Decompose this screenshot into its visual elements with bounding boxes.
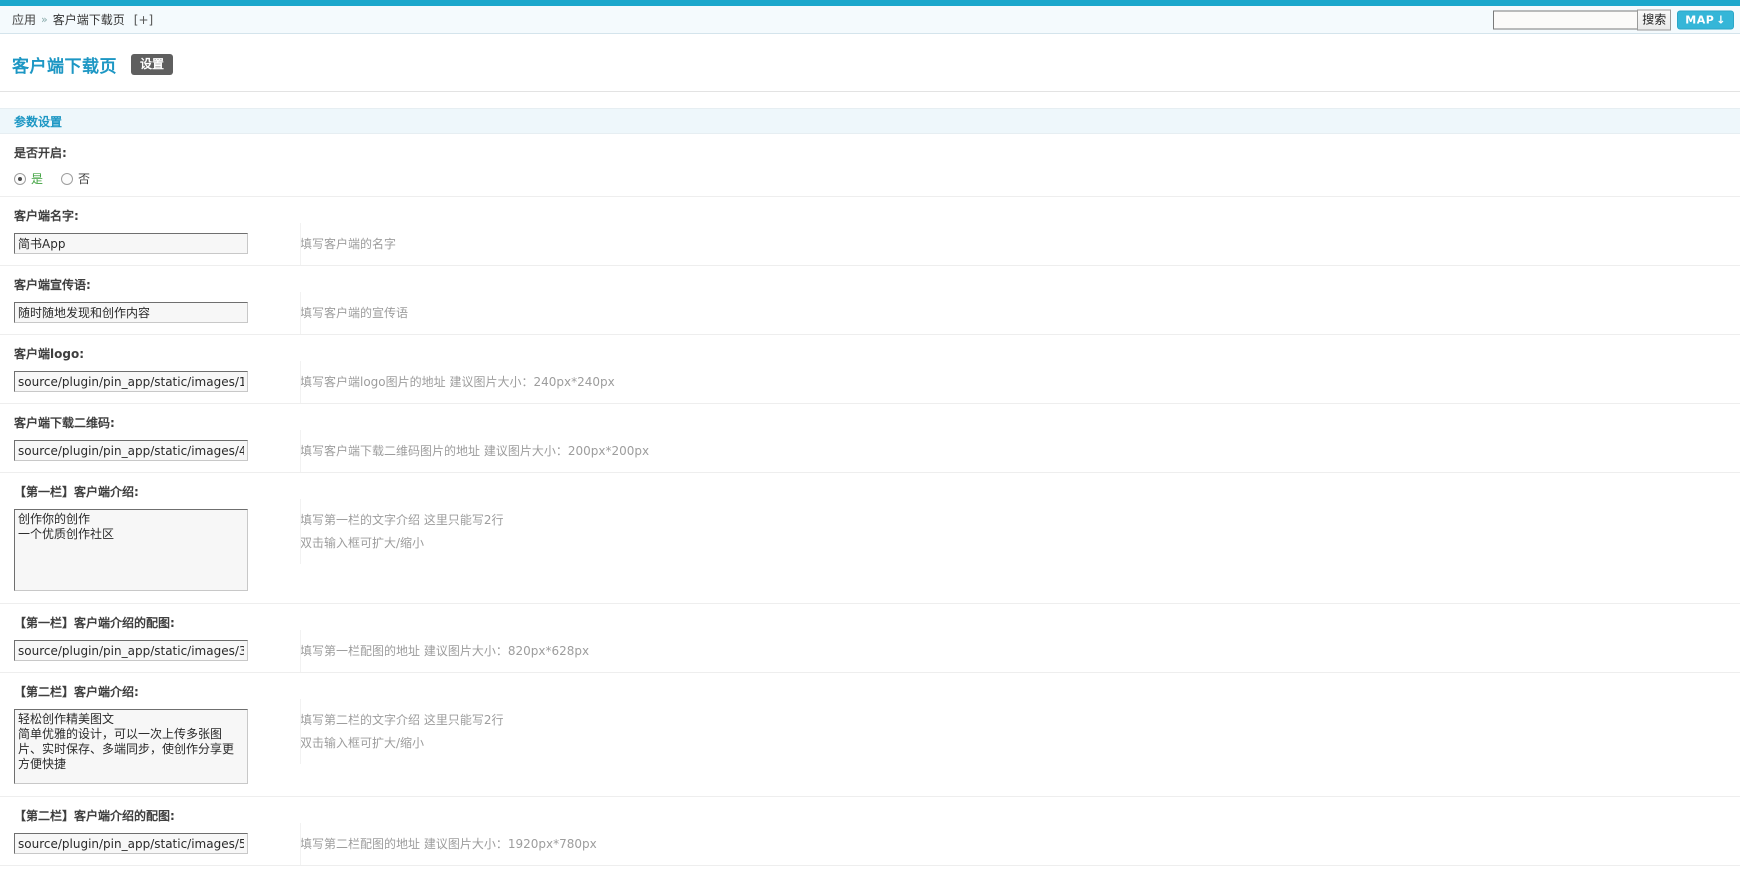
page-title: 客户端下载页 <box>12 57 117 77</box>
field-hint-col1-intro: 填写第一栏的文字介绍 这里只能写2行 双击输入框可扩大/缩小 <box>300 499 1740 564</box>
breadcrumb-item-apps[interactable]: 应用 <box>12 11 36 28</box>
column-divider <box>300 630 301 672</box>
hint-text: 填写客户端下载二维码图片的地址 建议图片大小：200px*200px <box>300 444 650 458</box>
form-row-client-name: 客户端名字: 填写客户端的名字 <box>0 197 1740 266</box>
form-row-client-logo: 客户端logo: 填写客户端logo图片的地址 建议图片大小：240px*240… <box>0 335 1740 404</box>
breadcrumb: 应用 » 客户端下载页 [+] <box>12 11 153 28</box>
breadcrumb-bar: 应用 » 客户端下载页 [+] 搜索 MAP ↓ <box>0 6 1740 34</box>
breadcrumb-expand-icon[interactable]: [+] <box>134 13 153 27</box>
field-label-client-slogan: 客户端宣传语: <box>14 278 91 292</box>
breadcrumb-item-current[interactable]: 客户端下载页 <box>53 11 125 28</box>
section-header-parameters: 参数设置 <box>0 108 1740 134</box>
radio-label-yes: 是 <box>31 172 44 186</box>
radio-label-no: 否 <box>78 172 91 186</box>
col1-image-input[interactable] <box>14 640 248 661</box>
hint-text: 填写客户端logo图片的地址 建议图片大小：240px*240px <box>300 375 615 389</box>
breadcrumb-separator-icon: » <box>41 13 48 26</box>
form-row-col1-image: 【第一栏】客户端介绍的配图: 填写第一栏配图的地址 建议图片大小：820px*6… <box>0 604 1740 673</box>
radio-option-no[interactable]: 否 <box>61 170 90 187</box>
hint-text-secondary: 双击输入框可扩大/缩小 <box>300 536 425 550</box>
hint-text: 填写第二栏配图的地址 建议图片大小：1920px*780px <box>300 837 597 851</box>
form-row-col2-intro: 【第二栏】客户端介绍: 填写第二栏的文字介绍 这里只能写2行 双击输入框可扩大/… <box>0 673 1740 797</box>
field-label-client-logo: 客户端logo: <box>14 347 84 361</box>
column-divider <box>300 292 301 334</box>
field-hint-client-qrcode: 填写客户端下载二维码图片的地址 建议图片大小：200px*200px <box>300 430 1740 472</box>
form-row-col2-image: 【第二栏】客户端介绍的配图: 填写第二栏配图的地址 建议图片大小：1920px*… <box>0 797 1740 866</box>
hint-text-secondary: 双击输入框可扩大/缩小 <box>300 736 425 750</box>
column-divider <box>300 361 301 403</box>
search-button[interactable]: 搜索 <box>1637 9 1672 30</box>
field-hint-client-name: 填写客户端的名字 <box>300 223 1740 265</box>
column-divider <box>300 823 301 865</box>
client-name-input[interactable] <box>14 233 248 254</box>
radio-dot-no-icon[interactable] <box>61 172 74 185</box>
field-hint-col1-image: 填写第一栏配图的地址 建议图片大小：820px*628px <box>300 630 1740 672</box>
radio-option-yes[interactable]: 是 <box>14 170 43 187</box>
radio-group-enabled: 是 否 <box>0 170 1740 187</box>
search-input[interactable] <box>1493 10 1638 29</box>
hint-text: 填写客户端的宣传语 <box>300 306 409 320</box>
field-hint-client-logo: 填写客户端logo图片的地址 建议图片大小：240px*240px <box>300 361 1740 403</box>
field-label-col1-image: 【第一栏】客户端介绍的配图: <box>14 616 175 630</box>
field-label-col2-intro: 【第二栏】客户端介绍: <box>14 685 139 699</box>
column-divider <box>300 499 301 564</box>
field-label-col1-intro: 【第一栏】客户端介绍: <box>14 485 139 499</box>
hint-text-primary: 填写第二栏的文字介绍 这里只能写2行 <box>300 713 504 727</box>
tab-settings[interactable]: 设置 <box>131 54 174 75</box>
form-row-client-qrcode: 客户端下载二维码: 填写客户端下载二维码图片的地址 建议图片大小：200px*2… <box>0 404 1740 473</box>
map-button-label: MAP <box>1685 13 1715 26</box>
column-divider <box>300 699 301 764</box>
column-divider <box>300 223 301 265</box>
col1-intro-textarea[interactable] <box>14 509 248 591</box>
col2-image-input[interactable] <box>14 833 248 854</box>
section-title: 参数设置 <box>14 114 63 129</box>
hint-text: 填写客户端的名字 <box>300 237 397 251</box>
map-button[interactable]: MAP ↓ <box>1677 10 1734 29</box>
navbar-right-tools: 搜索 MAP ↓ <box>1493 9 1734 30</box>
field-label-client-name: 客户端名字: <box>14 209 79 223</box>
client-slogan-input[interactable] <box>14 302 248 323</box>
field-hint-col2-image: 填写第二栏配图的地址 建议图片大小：1920px*780px <box>300 823 1740 865</box>
hint-text-primary: 填写第一栏的文字介绍 这里只能写2行 <box>300 513 504 527</box>
download-arrow-icon: ↓ <box>1716 13 1726 26</box>
col2-intro-textarea[interactable] <box>14 709 248 784</box>
page-header: 客户端下载页 设置 <box>0 34 1740 92</box>
field-label-col2-image: 【第二栏】客户端介绍的配图: <box>14 809 175 823</box>
client-logo-input[interactable] <box>14 371 248 392</box>
form-row-client-slogan: 客户端宣传语: 填写客户端的宣传语 <box>0 266 1740 335</box>
hint-text: 填写第一栏配图的地址 建议图片大小：820px*628px <box>300 644 590 658</box>
field-label-client-qrcode: 客户端下载二维码: <box>14 416 115 430</box>
radio-dot-yes-icon[interactable] <box>14 172 26 185</box>
field-hint-col2-intro: 填写第二栏的文字介绍 这里只能写2行 双击输入框可扩大/缩小 <box>300 699 1740 764</box>
column-divider <box>300 430 301 472</box>
client-qrcode-input[interactable] <box>14 440 248 461</box>
field-hint-client-slogan: 填写客户端的宣传语 <box>300 292 1740 334</box>
form-row-col1-intro: 【第一栏】客户端介绍: 填写第一栏的文字介绍 这里只能写2行 双击输入框可扩大/… <box>0 473 1740 604</box>
field-label-enabled: 是否开启: <box>14 146 67 160</box>
form-row-enabled: 是否开启: 是 否 <box>0 134 1740 197</box>
